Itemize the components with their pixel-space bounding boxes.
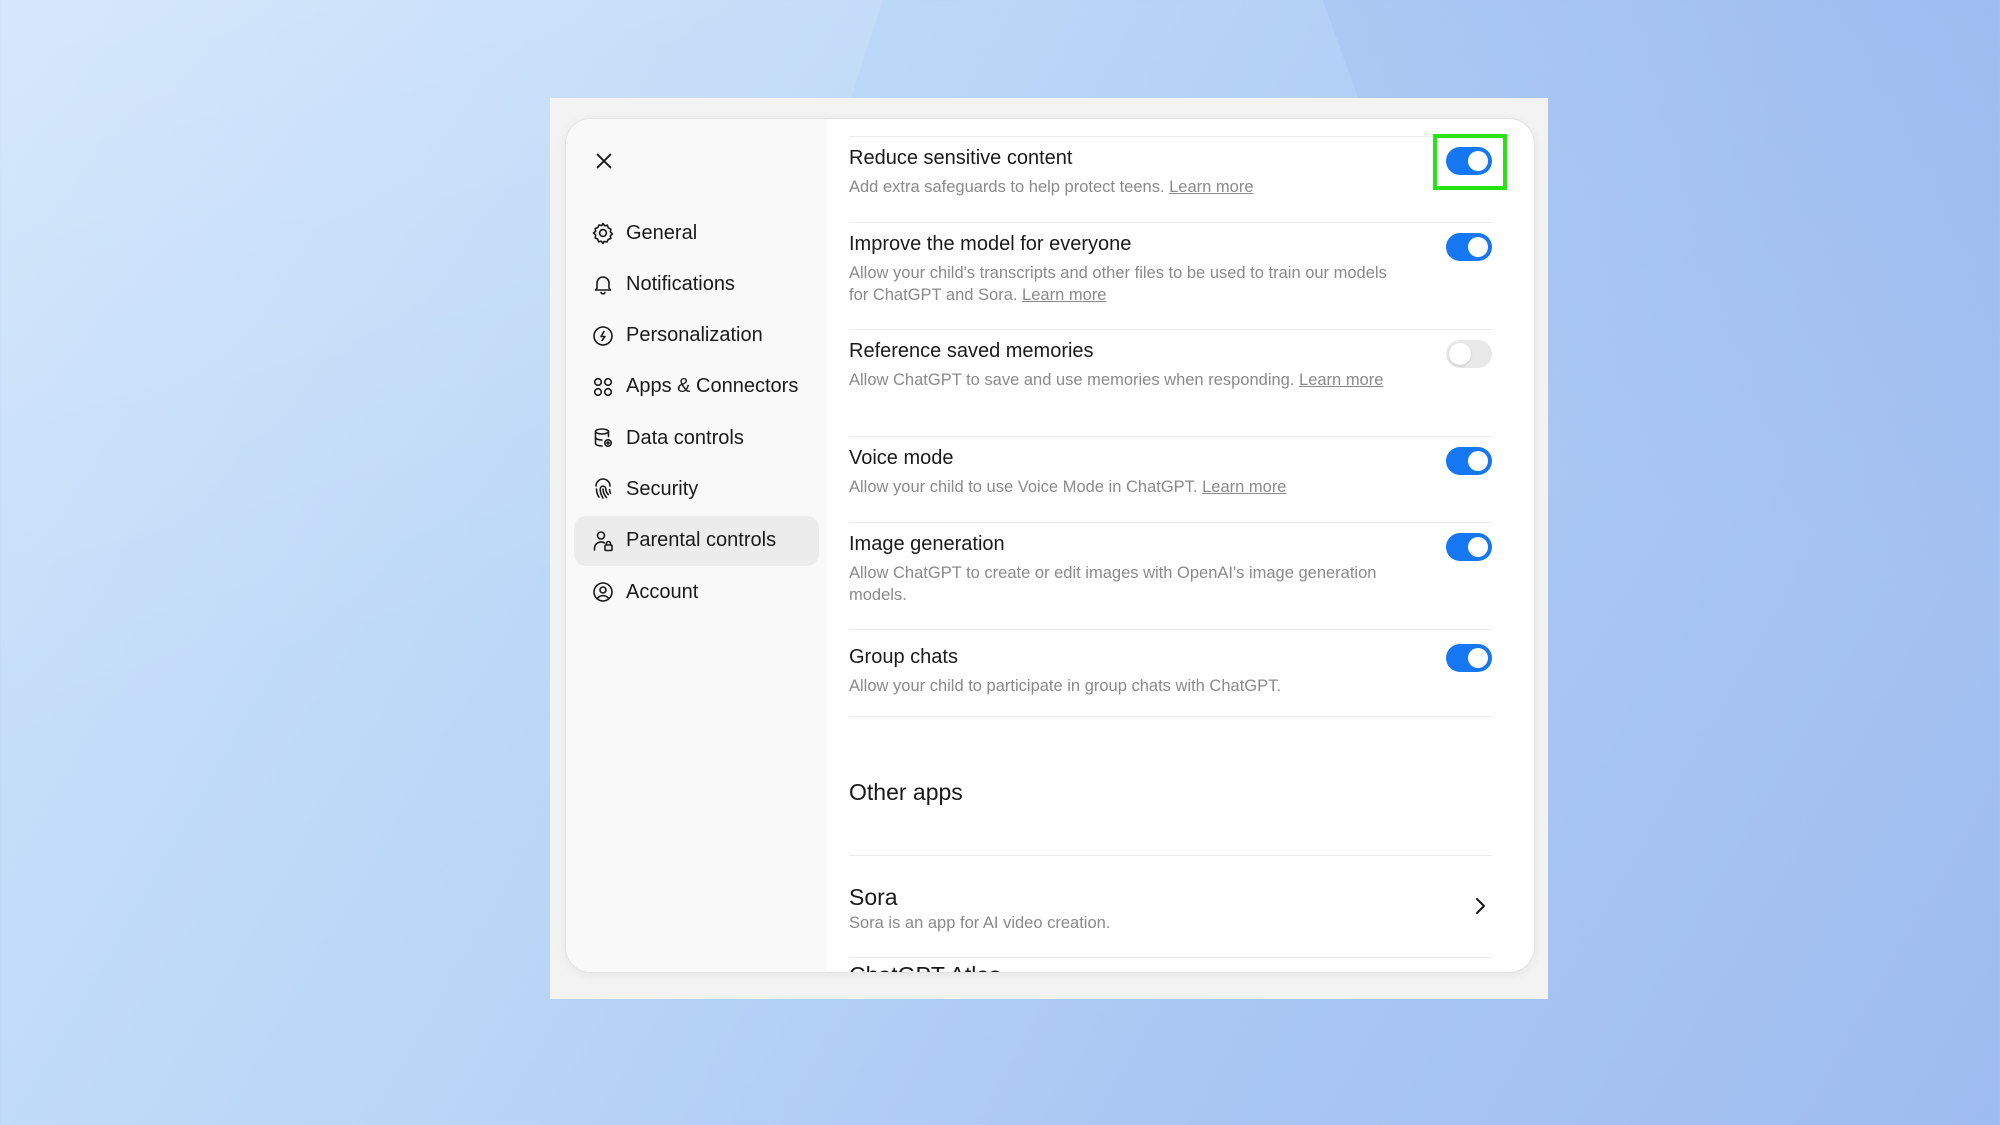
setting-description: Allow ChatGPT to create or edit images w… [849, 564, 1377, 604]
sidebar-item-label: Parental controls [626, 529, 777, 552]
sidebar-item-personalization[interactable]: Personalization [574, 311, 819, 361]
setting-title: Image generation [849, 533, 1005, 555]
reference-saved-memories-toggle[interactable] [1446, 340, 1492, 368]
toggle-knob [1468, 237, 1488, 257]
screenshot-frame: General Notifications Personalization Ap… [550, 98, 1548, 999]
setting-description: Allow your child's transcripts and other… [849, 264, 1387, 304]
setting-title: Reference saved memories [849, 340, 1094, 362]
settings-dialog: General Notifications Personalization Ap… [565, 118, 1535, 973]
learn-more-link[interactable]: Learn more [1169, 178, 1253, 196]
learn-more-link[interactable]: Learn more [1202, 478, 1286, 496]
chevron-right-icon [1476, 898, 1485, 914]
gear-icon [590, 220, 616, 246]
setting-title: Voice mode [849, 447, 954, 469]
app-description: Sora is an app for AI video creation. [849, 914, 1111, 932]
setting-row-reference-saved-memories: Reference saved memories Allow ChatGPT t… [849, 330, 1492, 437]
setting-description: Allow your child to participate in group… [849, 677, 1281, 695]
toggle-knob [1468, 451, 1488, 471]
user-circle-icon [590, 579, 616, 605]
close-button[interactable] [586, 143, 622, 179]
fingerprint-icon [590, 476, 616, 502]
highlight-box [1433, 134, 1507, 190]
sidebar-item-label: Notifications [626, 272, 735, 295]
settings-content: Reduce sensitive content Add extra safeg… [827, 119, 1534, 972]
setting-description: Allow ChatGPT to save and use memories w… [849, 371, 1384, 389]
settings-nav: General Notifications Personalization Ap… [574, 208, 819, 618]
sidebar-item-label: Security [626, 477, 699, 500]
sidebar-item-label: Apps & Connectors [626, 375, 799, 398]
setting-description: Allow your child to use Voice Mode in Ch… [849, 478, 1287, 496]
setting-description: Add extra safeguards to help protect tee… [849, 178, 1254, 196]
setting-row-group-chats: Group chats Allow your child to particip… [849, 630, 1492, 717]
learn-more-link[interactable]: Learn more [1022, 286, 1106, 304]
sidebar-item-label: Account [626, 580, 699, 603]
sidebar-item-general[interactable]: General [574, 208, 819, 258]
personalization-icon [590, 323, 616, 349]
sidebar-item-data-controls[interactable]: Data controls [574, 413, 819, 463]
toggle-knob [1468, 648, 1488, 668]
improve-model-toggle[interactable] [1446, 233, 1492, 261]
sidebar-item-label: General [626, 221, 698, 244]
sidebar-item-label: Personalization [626, 324, 763, 347]
settings-sidebar: General Notifications Personalization Ap… [566, 119, 827, 972]
toggle-knob [1449, 343, 1471, 365]
setting-title: Reduce sensitive content [849, 147, 1073, 169]
group-chats-toggle[interactable] [1446, 644, 1492, 672]
close-icon [596, 153, 612, 169]
setting-title: Group chats [849, 646, 958, 668]
voice-mode-toggle[interactable] [1446, 447, 1492, 475]
apps-icon [590, 374, 616, 400]
sidebar-item-parental-controls[interactable]: Parental controls [574, 515, 819, 566]
sidebar-item-security[interactable]: Security [574, 464, 819, 514]
setting-row-improve-model: Improve the model for everyone Allow you… [849, 223, 1492, 330]
sidebar-item-apps-connectors[interactable]: Apps & Connectors [574, 362, 819, 412]
other-apps-heading: Other apps [849, 779, 963, 805]
bell-icon [590, 271, 616, 297]
database-icon [590, 425, 616, 451]
setting-row-reduce-sensitive-content: Reduce sensitive content Add extra safeg… [849, 134, 1507, 223]
sidebar-item-label: Data controls [626, 426, 744, 449]
sidebar-item-account[interactable]: Account [574, 567, 819, 617]
app-title-partial: ChatGPT Atlas [849, 962, 1001, 972]
image-generation-toggle[interactable] [1446, 533, 1492, 561]
setting-row-image-generation: Image generation Allow ChatGPT to create… [849, 523, 1492, 630]
toggle-knob [1468, 537, 1488, 557]
app-row-sora[interactable]: Sora Sora is an app for AI video creatio… [849, 855, 1492, 958]
app-title: Sora [849, 884, 898, 910]
parental-icon [590, 528, 616, 554]
setting-title: Improve the model for everyone [849, 233, 1132, 255]
learn-more-link[interactable]: Learn more [1299, 371, 1383, 389]
sidebar-item-notifications[interactable]: Notifications [574, 259, 819, 309]
setting-row-voice-mode: Voice mode Allow your child to use Voice… [849, 437, 1492, 523]
